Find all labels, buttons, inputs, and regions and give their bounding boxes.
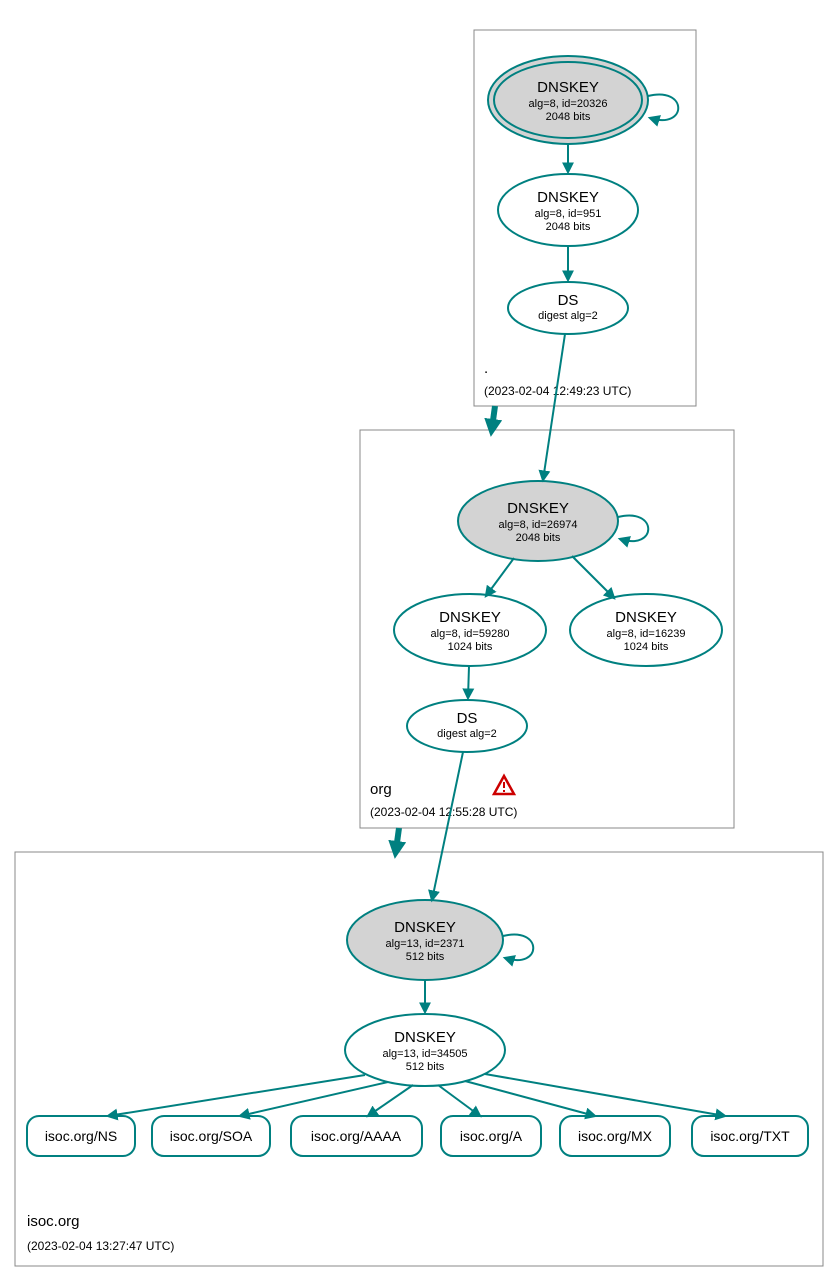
svg-text:isoc.org/TXT: isoc.org/TXT <box>710 1128 790 1144</box>
svg-text:alg=8, id=16239: alg=8, id=16239 <box>607 628 686 640</box>
svg-text:DNSKEY: DNSKEY <box>537 79 599 96</box>
svg-text:DNSKEY: DNSKEY <box>507 500 569 517</box>
svg-text:digest alg=2: digest alg=2 <box>538 310 598 322</box>
node-isoc-ksk: DNSKEY alg=13, id=2371 512 bits <box>347 900 503 980</box>
svg-text:1024 bits: 1024 bits <box>624 641 669 653</box>
svg-text:2048 bits: 2048 bits <box>546 221 591 233</box>
svg-text:2048 bits: 2048 bits <box>516 532 561 544</box>
edge-isoc-ksk-self <box>503 935 533 961</box>
svg-text:isoc.org/NS: isoc.org/NS <box>45 1128 117 1144</box>
svg-text:isoc.org/AAAA: isoc.org/AAAA <box>311 1128 402 1144</box>
svg-text:isoc.org/A: isoc.org/A <box>460 1128 523 1144</box>
zone-isoc-label: isoc.org <box>27 1213 80 1230</box>
rrset-aaaa: isoc.org/AAAA <box>291 1116 422 1156</box>
zone-org-timestamp: (2023-02-04 12:55:28 UTC) <box>370 805 517 819</box>
edge-org-ksk-zsk1 <box>486 558 514 596</box>
svg-text:DNSKEY: DNSKEY <box>439 609 501 626</box>
edge-root-ksk-self <box>648 95 678 121</box>
edge-zsk-soa <box>240 1082 388 1116</box>
svg-text:1024 bits: 1024 bits <box>448 641 493 653</box>
node-org-ksk: DNSKEY alg=8, id=26974 2048 bits <box>458 481 618 561</box>
zone-isoc: isoc.org (2023-02-04 13:27:47 UTC) DNSKE… <box>15 752 823 1266</box>
edge-org-ksk-self <box>618 516 648 542</box>
zone-org: org (2023-02-04 12:55:28 UTC) DNSKEY alg… <box>360 334 734 828</box>
warning-icon <box>494 776 514 794</box>
svg-text:512 bits: 512 bits <box>406 1061 445 1073</box>
zone-root: . (2023-02-04 12:49:23 UTC) DNSKEY alg=8… <box>474 30 696 406</box>
rrset-soa: isoc.org/SOA <box>152 1116 270 1156</box>
node-root-zsk: DNSKEY alg=8, id=951 2048 bits <box>498 174 638 246</box>
node-isoc-zsk: DNSKEY alg=13, id=34505 512 bits <box>345 1014 505 1086</box>
rrset-ns: isoc.org/NS <box>27 1116 135 1156</box>
dnssec-diagram: . (2023-02-04 12:49:23 UTC) DNSKEY alg=8… <box>0 0 836 1282</box>
node-root-ds: DS digest alg=2 <box>508 282 628 334</box>
svg-text:DNSKEY: DNSKEY <box>537 189 599 206</box>
svg-text:alg=8, id=59280: alg=8, id=59280 <box>431 628 510 640</box>
rrset-txt: isoc.org/TXT <box>692 1116 808 1156</box>
rrset-mx: isoc.org/MX <box>560 1116 670 1156</box>
zone-root-label: . <box>484 360 488 377</box>
edge-root-ds-org-ksk <box>543 334 565 480</box>
node-org-zsk1: DNSKEY alg=8, id=59280 1024 bits <box>394 594 546 666</box>
edge-org-zsk1-ds <box>468 666 469 698</box>
svg-text:alg=13, id=34505: alg=13, id=34505 <box>382 1048 467 1060</box>
edge-zsk-mx <box>465 1081 595 1116</box>
node-root-ksk: DNSKEY alg=8, id=20326 2048 bits <box>488 56 648 144</box>
svg-text:DS: DS <box>558 292 579 309</box>
edge-zsk-a <box>438 1085 480 1116</box>
svg-text:alg=8, id=951: alg=8, id=951 <box>535 208 602 220</box>
edge-org-ds-isoc-ksk <box>432 752 463 900</box>
svg-text:DNSKEY: DNSKEY <box>394 919 456 936</box>
svg-text:DNSKEY: DNSKEY <box>394 1029 456 1046</box>
node-org-zsk2: DNSKEY alg=8, id=16239 1024 bits <box>570 594 722 666</box>
svg-text:isoc.org/SOA: isoc.org/SOA <box>170 1128 253 1144</box>
svg-text:alg=13, id=2371: alg=13, id=2371 <box>386 938 465 950</box>
rrset-a: isoc.org/A <box>441 1116 541 1156</box>
svg-text:isoc.org/MX: isoc.org/MX <box>578 1128 653 1144</box>
svg-text:DS: DS <box>457 710 478 727</box>
zone-org-label: org <box>370 781 392 798</box>
edge-root-to-org-zone <box>492 406 495 428</box>
zone-isoc-timestamp: (2023-02-04 13:27:47 UTC) <box>27 1239 174 1253</box>
edge-org-ksk-zsk2 <box>572 556 614 598</box>
svg-text:digest alg=2: digest alg=2 <box>437 728 497 740</box>
edge-org-to-isoc-zone <box>396 828 399 850</box>
svg-text:512 bits: 512 bits <box>406 951 445 963</box>
svg-text:2048 bits: 2048 bits <box>546 111 591 123</box>
edge-zsk-txt <box>485 1074 725 1116</box>
node-org-ds: DS digest alg=2 <box>407 700 527 752</box>
edge-zsk-aaaa <box>368 1085 413 1116</box>
svg-text:DNSKEY: DNSKEY <box>615 609 677 626</box>
svg-text:alg=8, id=20326: alg=8, id=20326 <box>529 98 608 110</box>
svg-text:alg=8, id=26974: alg=8, id=26974 <box>499 519 578 531</box>
